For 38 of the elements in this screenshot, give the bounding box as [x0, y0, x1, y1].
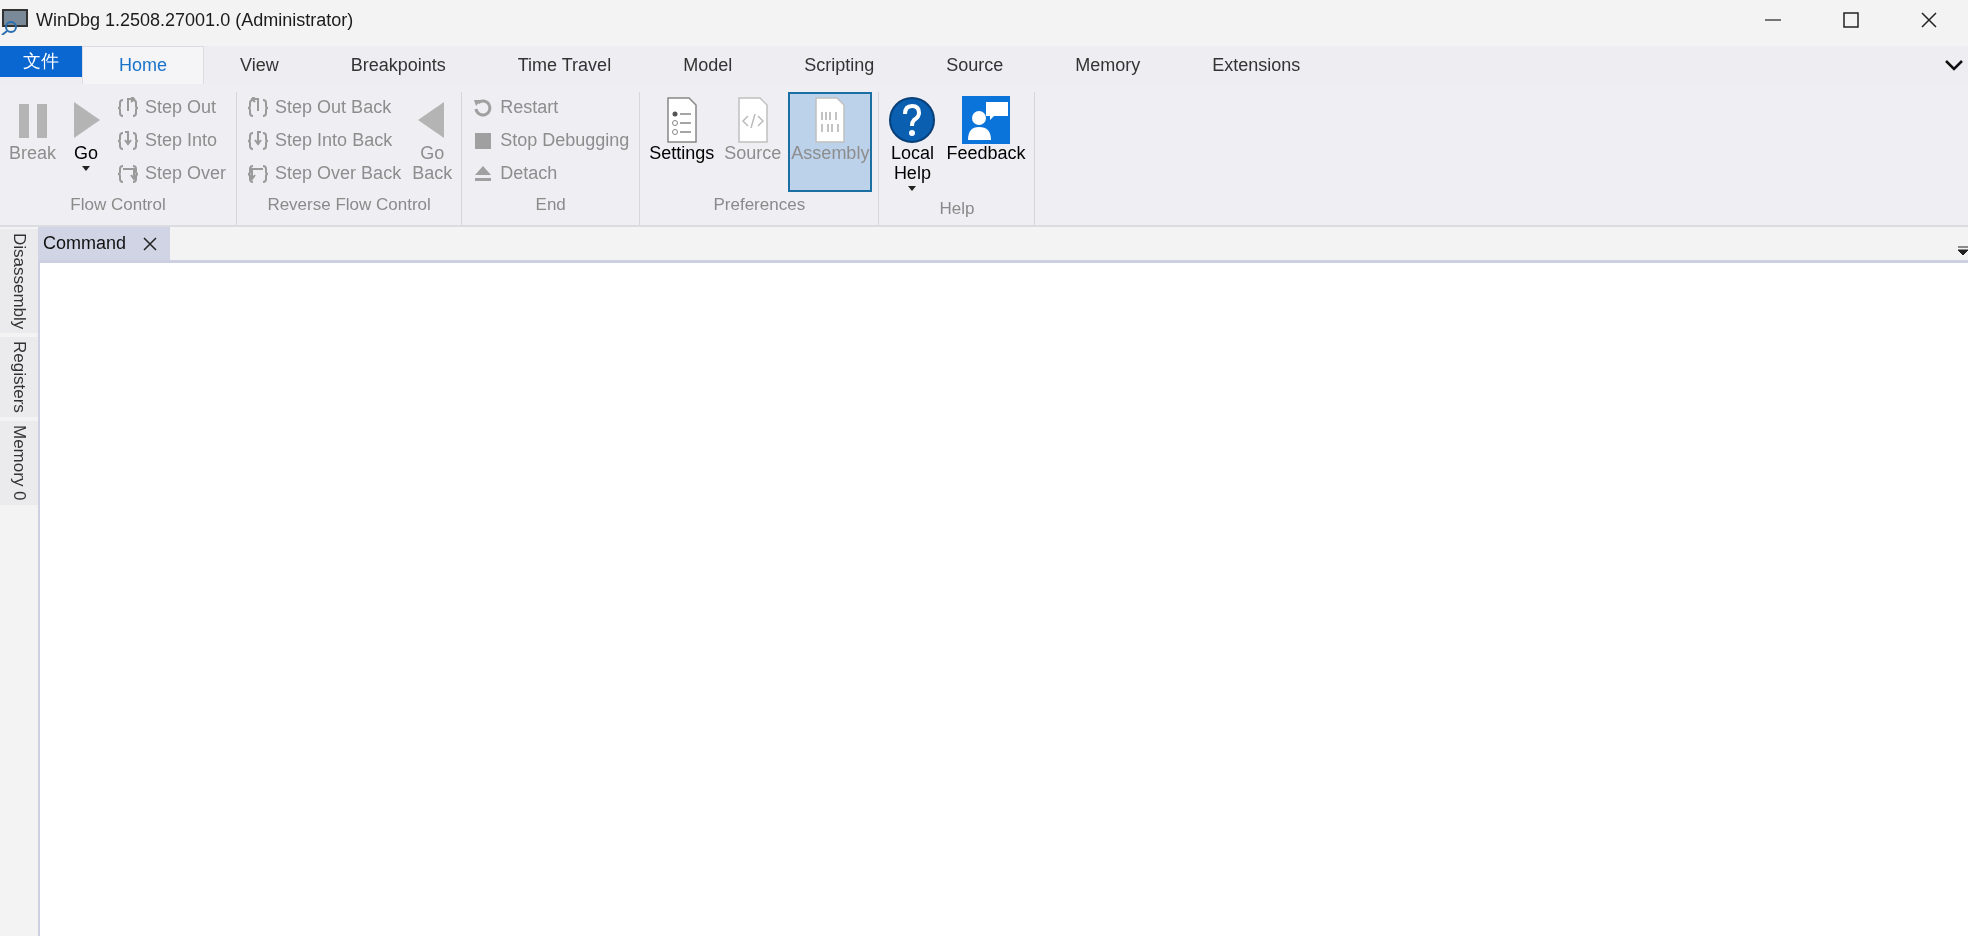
brace-arrow-icon [117, 129, 140, 152]
collapse-ribbon-icon[interactable] [1944, 58, 1964, 72]
brace-arrow-icon [117, 96, 140, 119]
file-menu-tab[interactable]: 文件 [0, 46, 82, 77]
document-tab[interactable]: Command [38, 227, 171, 260]
maximize-icon [1841, 10, 1861, 30]
ribbon-button[interactable]: Settings [646, 92, 718, 192]
brace-arrow-icon [117, 162, 140, 185]
side-tab[interactable]: Registers [0, 337, 38, 418]
brace-arrow-icon [247, 96, 270, 119]
ribbon-tab[interactable]: Memory [1039, 46, 1177, 84]
side-tab[interactable]: Memory 0 [0, 421, 38, 505]
ribbon-tab[interactable]: Model [647, 46, 769, 84]
ribbon-button[interactable]: Local Help [885, 92, 940, 196]
pane-menu-icon[interactable] [1958, 246, 1968, 256]
brace-arrow-icon [247, 129, 270, 152]
side-tab[interactable]: Disassembly [0, 229, 38, 334]
group-label: End [534, 193, 567, 216]
help-icon [888, 96, 937, 144]
group-label: Help [938, 197, 976, 220]
feedback-icon [961, 96, 1010, 144]
ribbon-tab[interactable]: Extensions [1176, 46, 1337, 84]
close-icon [1919, 10, 1939, 30]
group-label: Flow Control [69, 194, 167, 216]
ribbon-tab[interactable]: Home [82, 46, 204, 84]
close-icon[interactable] [142, 235, 159, 252]
ribbon-tab[interactable]: Time Travel [481, 46, 648, 84]
window-title: WinDbg 1.2508.27001.0 (Administrator) [36, 8, 354, 32]
group-label: Preferences [712, 194, 807, 216]
ribbon-tab[interactable]: Scripting [768, 46, 911, 84]
ribbon-button[interactable]: Feedback [943, 92, 1029, 192]
ribbon-tab[interactable]: View [204, 46, 315, 84]
ribbon-tab[interactable]: Breakpoints [314, 46, 482, 84]
minimize-icon [1765, 19, 1781, 21]
ribbon-button[interactable]: Go [63, 92, 110, 192]
brace-arrow-icon [247, 162, 270, 185]
ribbon-tab[interactable]: Source [910, 46, 1040, 84]
group-label: Reverse Flow Control [266, 194, 432, 216]
